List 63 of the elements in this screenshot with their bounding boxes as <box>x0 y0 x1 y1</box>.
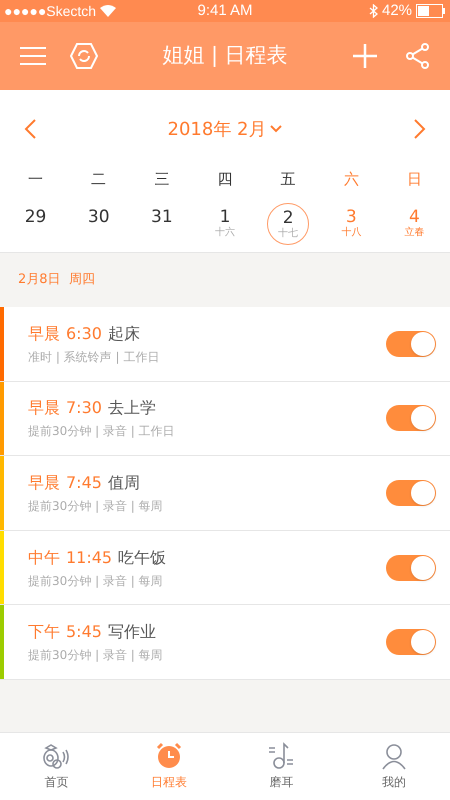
calendar-day[interactable]: 29 <box>14 202 57 244</box>
alarm-detail: 提前30分钟 | 录音 | 工作日 <box>28 423 176 440</box>
tab-item[interactable]: 我的 <box>338 733 450 800</box>
calendar-day[interactable]: 30 <box>78 202 120 244</box>
alarm-detail: 提前30分钟 | 录音 | 每周 <box>28 572 164 590</box>
alarm-title: 起床 <box>108 322 140 345</box>
previous-month-icon[interactable] <box>24 119 36 139</box>
weekday-label: 日 <box>406 169 422 190</box>
next-month-icon[interactable] <box>414 119 426 139</box>
weekday-label: 六 <box>344 169 359 190</box>
alarm-title: 去上学 <box>108 397 156 420</box>
alarm-toggle[interactable] <box>386 330 436 357</box>
alarm-title: 值周 <box>108 472 140 494</box>
refresh-hexagon-icon[interactable] <box>70 43 98 69</box>
calendar-day[interactable]: 2 十七 <box>267 202 310 244</box>
alarm-period: 下午 <box>28 621 60 644</box>
weekday-label: 四 <box>217 169 232 190</box>
battery-percent: 42% <box>382 0 412 21</box>
alarm-row[interactable]: 早晨 6:30 起床 准时 | 系统铃声 | 工作日 <box>0 307 450 382</box>
alarm-time: 5:45 <box>66 621 102 644</box>
alarm-row[interactable]: 中午 11:45 吃午饭 提前30分钟 | 录音 | 每周 <box>0 530 450 606</box>
alarm-time: 6:30 <box>66 322 102 345</box>
caret-icon <box>270 125 282 133</box>
alarm-time: 7:30 <box>66 397 102 420</box>
weekday-label: 二 <box>91 169 106 190</box>
alarm-detail: 准时 | 系统铃声 | 工作日 <box>28 348 160 366</box>
calendar-day[interactable]: 31 <box>140 202 183 244</box>
plus-icon[interactable] <box>353 44 377 68</box>
alarm-clock-icon <box>154 742 183 770</box>
carrier-name: ●●●●●Skectch <box>4 2 96 20</box>
alarm-detail: 提前30分钟 | 录音 | 每周 <box>28 498 164 515</box>
calendar-day[interactable]: 1 十六 <box>204 202 246 244</box>
alarm-title: 写作业 <box>108 621 156 644</box>
alarm-period: 中午 <box>28 546 60 569</box>
alarm-detail: 提前30分钟 | 录音 | 每周 <box>28 647 164 664</box>
weekday-label: 一 <box>28 169 44 190</box>
alarm-toggle[interactable] <box>386 405 436 432</box>
wifi-icon <box>100 5 116 17</box>
music-note-icon <box>267 742 296 770</box>
person-icon <box>380 742 408 770</box>
alarm-title: 吃午饭 <box>118 546 166 569</box>
alarm-time: 7:45 <box>66 472 102 494</box>
battery-icon <box>416 4 446 18</box>
bluetooth-icon <box>368 4 378 18</box>
alarm-toggle[interactable] <box>386 480 436 506</box>
date-header: 2月8日 周四 <box>18 271 95 290</box>
alarm-time: 11:45 <box>66 546 112 569</box>
alarm-period: 早晨 <box>28 397 60 420</box>
page-title: 姐姐 | 日程表 <box>161 42 289 70</box>
alarm-row[interactable]: 早晨 7:45 值周 提前30分钟 | 录音 | 每周 <box>0 456 450 531</box>
alarm-period: 早晨 <box>28 322 60 345</box>
menu-icon[interactable] <box>20 46 46 66</box>
share-icon[interactable] <box>405 43 430 69</box>
clock-time: 9:41 AM <box>197 0 253 21</box>
weekday-label: 五 <box>280 169 296 190</box>
tab-item[interactable]: 磨耳 <box>225 733 338 800</box>
alarm-toggle[interactable] <box>386 554 436 581</box>
alarm-toggle[interactable] <box>386 629 436 656</box>
weekday-label: 三 <box>154 169 170 190</box>
alarm-row[interactable]: 下午 5:45 写作业 提前30分钟 | 录音 | 每周 <box>0 605 450 680</box>
tab-item[interactable]: 首页 <box>0 733 112 800</box>
alarm-row[interactable]: 早晨 7:30 去上学 提前30分钟 | 录音 | 工作日 <box>0 382 450 456</box>
alarm-period: 早晨 <box>28 472 60 494</box>
